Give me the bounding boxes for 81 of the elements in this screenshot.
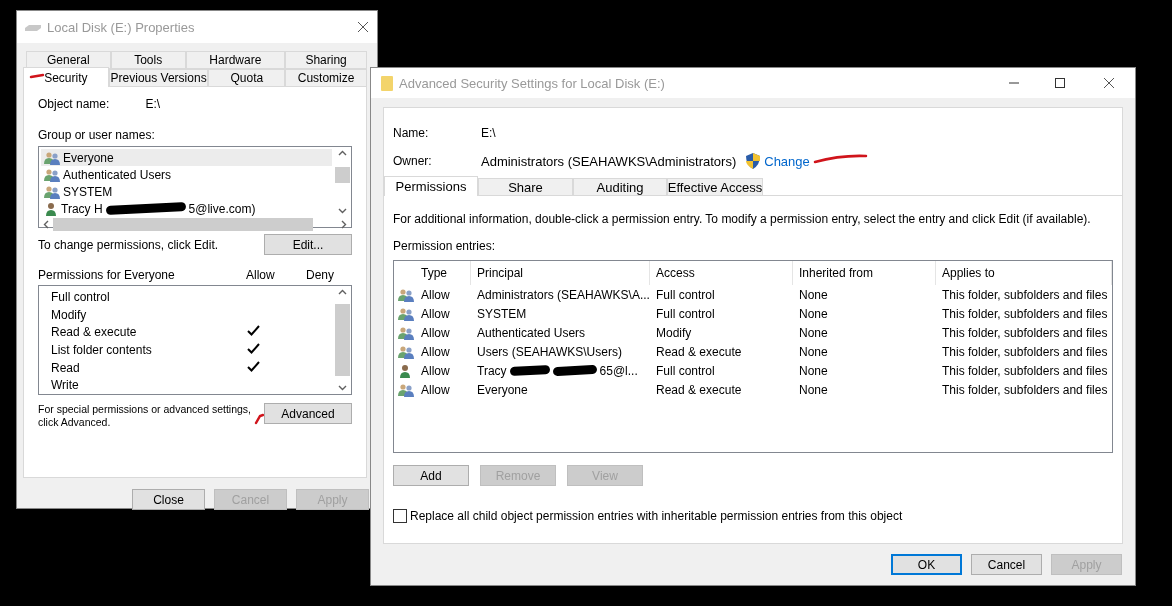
tab[interactable]: Effective Access	[667, 178, 763, 196]
window-title: Advanced Security Settings for Local Disk (E:)	[399, 75, 666, 91]
table-cell-text: Read & execute	[655, 381, 743, 399]
permission-name: Read & execute	[51, 325, 138, 340]
field-label: Name:	[393, 126, 430, 140]
list-item[interactable]: Tracy H 5@live.com)	[41, 200, 332, 217]
table-cell-text: None	[798, 362, 829, 380]
hint-text: To change permissions, click Edit.	[38, 237, 219, 252]
list-item[interactable]: SYSTEM	[41, 183, 332, 200]
list-item[interactable]: Everyone	[41, 149, 332, 166]
tab[interactable]: Quota	[208, 69, 286, 87]
dialog-button[interactable]: Add	[393, 465, 469, 486]
field-label: Object name:	[38, 97, 110, 111]
table-cell-text: Allow	[421, 343, 451, 361]
tab[interactable]: Previous Versions	[108, 69, 209, 87]
table-cell: Tracy	[477, 363, 507, 378]
change-link[interactable]: Change	[764, 153, 810, 169]
section-label: Permissions for Everyone	[38, 268, 176, 282]
column-header: Deny	[306, 268, 334, 282]
table-cell-text: Allow	[421, 362, 451, 380]
table-cell-text: None	[798, 324, 829, 342]
permission-name: List folder contents	[51, 342, 153, 357]
column-header: Principal	[471, 261, 650, 285]
dialog-button[interactable]: Close	[132, 489, 205, 510]
table-cell-text: Full control	[655, 286, 716, 304]
tab[interactable]: Auditing	[573, 178, 667, 196]
table-cell-text: None	[798, 286, 829, 304]
edit-button[interactable]: Edit...	[264, 234, 352, 255]
table-cell: Authenticated Users	[477, 325, 586, 340]
table-cell-text: Allow	[421, 286, 451, 304]
column-header: Access	[650, 261, 793, 285]
table-cell-text: Allow	[421, 381, 451, 399]
table-cell-text: Full control	[655, 305, 716, 323]
dialog-button[interactable]: OK	[891, 554, 962, 575]
info-text: For additional information, double-click a permission entry. To modify a permission entry, select the entry and click Edit (if available).	[393, 212, 1092, 226]
table-cell-text: This folder, subfolders and files	[941, 381, 1109, 399]
table-cell: SYSTEM	[477, 306, 527, 321]
table-cell-text: Allow	[421, 305, 451, 323]
table-cell-text: Read & execute	[655, 343, 743, 361]
tab[interactable]: Security	[23, 67, 109, 87]
field-value: E:\	[145, 97, 161, 111]
column-header: Type	[421, 261, 471, 285]
table-cell-text: This folder, subfolders and files	[941, 305, 1109, 323]
table-cell: Administrators (SEAHAWKS\A...	[477, 287, 650, 302]
checkbox-label: Replace all child object permission entries with inheritable permission entries from this object	[410, 509, 903, 523]
table-cell-text: None	[798, 343, 829, 361]
window-title: Local Disk (E:) Properties	[47, 19, 196, 35]
section-label: Permission entries:	[393, 239, 497, 253]
table-cell-text: Modify	[655, 324, 693, 342]
section-label: Group or user names:	[38, 128, 156, 142]
table-cell-text: This folder, subfolders and files	[941, 362, 1109, 380]
column-header: Applies to	[936, 261, 1112, 285]
table-cell-text: Allow	[421, 324, 451, 342]
permission-name: Modify	[51, 307, 88, 322]
table-cell: Users (SEAHAWKS\Users)	[477, 344, 622, 359]
field-label: Owner:	[393, 154, 433, 168]
permission-name: Full control	[51, 289, 111, 304]
table-cell: 65@l...	[599, 363, 638, 378]
field-value: E:\	[481, 126, 496, 140]
table-cell-text: None	[798, 381, 829, 399]
table-cell-text: This folder, subfolders and files	[941, 324, 1109, 342]
table-cell-text: This folder, subfolders and files	[941, 343, 1109, 361]
table-cell-text: This folder, subfolders and files	[941, 286, 1109, 304]
tab[interactable]: Share	[478, 178, 573, 196]
tab[interactable]: Tools	[110, 51, 186, 69]
tab[interactable]: Sharing	[285, 51, 367, 69]
table-cell-text: Full control	[655, 362, 716, 380]
permission-name: Write	[51, 378, 80, 393]
permission-name: Read	[51, 360, 81, 375]
tab[interactable]: Hardware	[185, 51, 286, 69]
hint-text: For special permissions or advanced settings, click Advanced.	[38, 403, 251, 429]
tab[interactable]: Permissions	[384, 176, 478, 196]
column-header: Allow	[246, 268, 276, 282]
dialog-button[interactable]: Cancel	[971, 554, 1042, 575]
list-item[interactable]: Authenticated Users	[41, 166, 332, 183]
table-cell: Everyone	[477, 382, 528, 397]
table-cell-text: None	[798, 305, 829, 323]
field-value: Administrators (SEAHAWKS\Administrators)	[481, 153, 737, 169]
column-header: Inherited from	[793, 261, 936, 285]
advanced-button[interactable]: Advanced	[264, 403, 352, 424]
tab[interactable]: Customize	[285, 69, 367, 87]
